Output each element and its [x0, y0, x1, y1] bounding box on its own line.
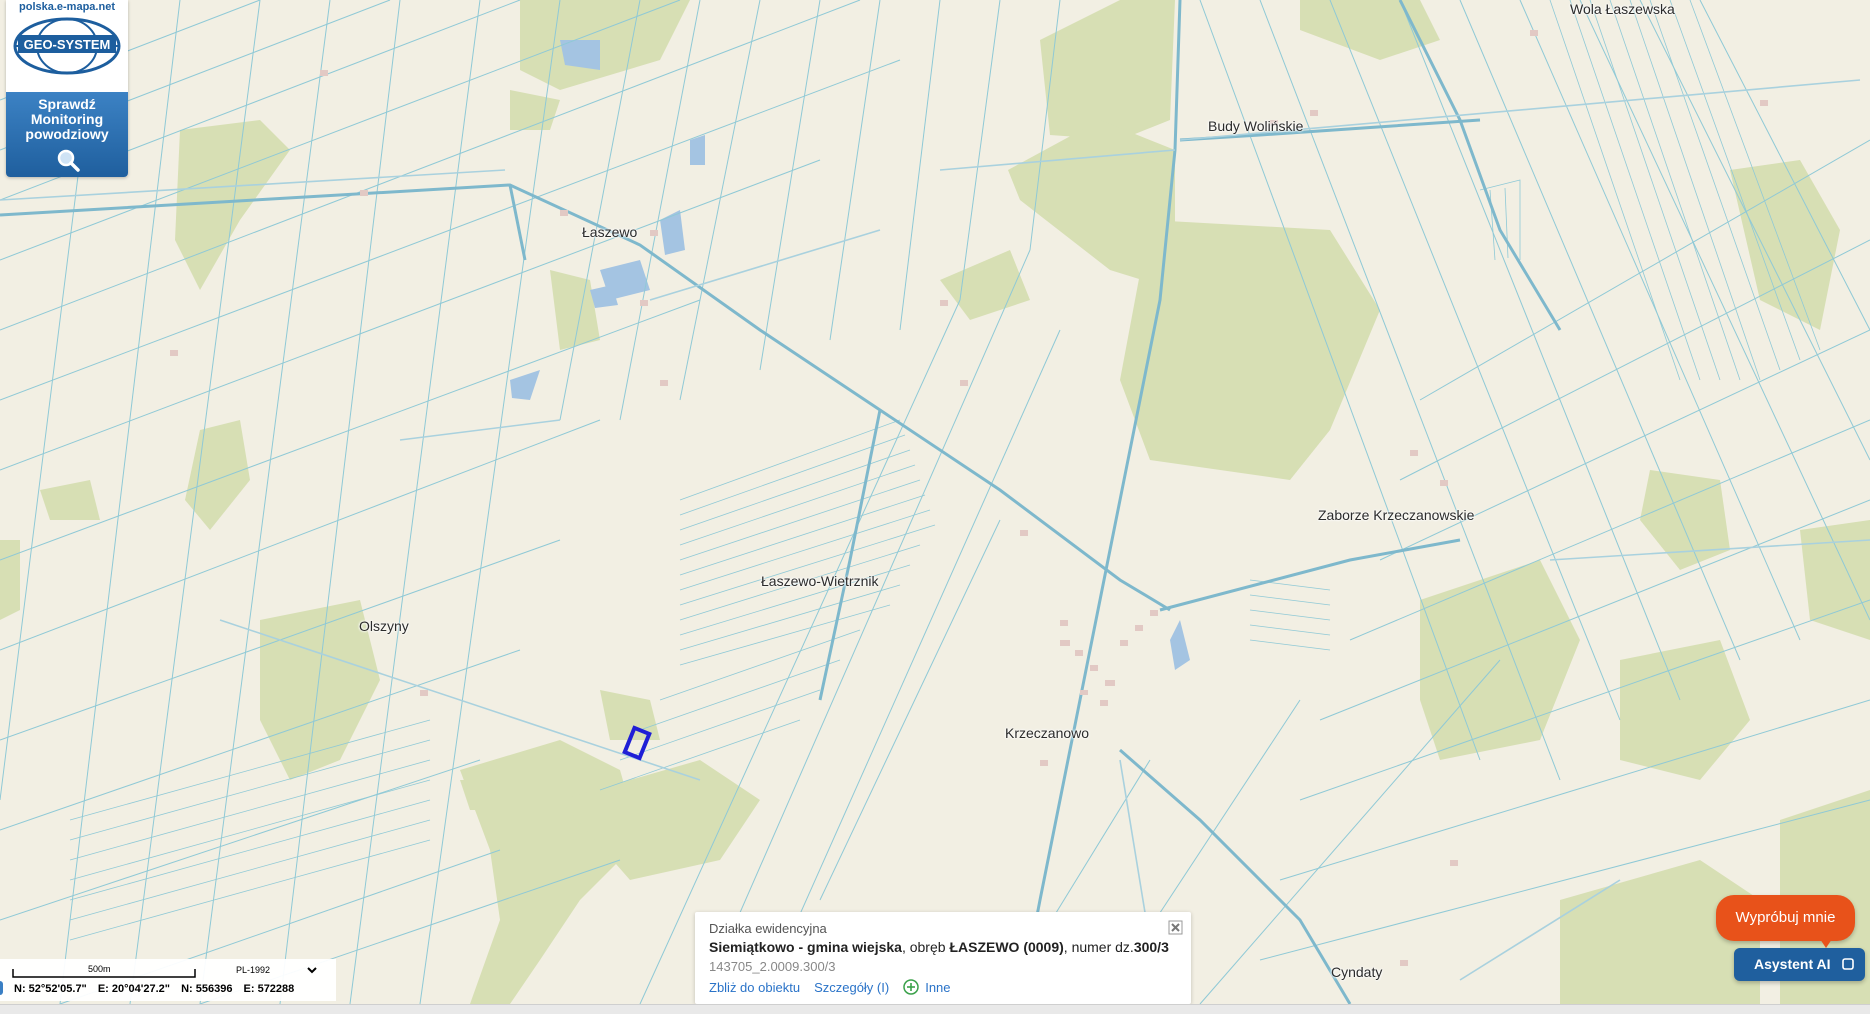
side-handle[interactable] [0, 981, 3, 995]
parcel-info-popup: Działka ewidencyjna Siemiątkowo - gmina … [695, 912, 1191, 1004]
scale-label: 500m [88, 964, 111, 974]
parcel-number: 300/3 [1133, 939, 1169, 955]
scale-panel: 500m PL-1992 N: 52°52'05.7" E: 20°04'27.… [0, 959, 336, 1001]
northing: N: 556396 [181, 983, 233, 995]
plus-circle-icon[interactable] [903, 979, 919, 995]
ai-assistant-label: Asystent AI [1754, 956, 1831, 972]
parcel-description: Siemiątkowo - gmina wiejska, obręb ŁASZE… [709, 939, 1169, 955]
crs-select[interactable]: PL-1992 [232, 963, 320, 977]
popup-actions: Zbliż do obiektu Szczegóły (I) Inne [709, 979, 965, 995]
gmina-name: Siemiątkowo - gmina wiejska [709, 939, 902, 955]
promo-line: Monitoring [30, 111, 104, 127]
other-link[interactable]: Inne [925, 980, 950, 995]
promo-line: powodziowy [25, 126, 109, 142]
chat-icon [1842, 958, 1854, 970]
coordinates-readout: N: 52°52'05.7" E: 20°04'27.2" N: 556396 … [14, 983, 302, 995]
flood-monitoring-promo[interactable]: Sprawdź Monitoring powodziowy [6, 92, 128, 177]
close-icon[interactable] [1168, 920, 1183, 935]
parcel-teryt-id: 143705_2.0009.300/3 [709, 959, 836, 974]
place-label: Łaszewo [582, 224, 638, 240]
try-me-bubble[interactable]: Wypróbuj mnie [1716, 895, 1855, 941]
map-canvas[interactable] [0, 0, 1870, 1013]
popup-title: Działka ewidencyjna [709, 921, 827, 936]
promo-line: Sprawdź [38, 96, 96, 112]
place-label: Zaborze Krzeczanowskie [1318, 507, 1475, 523]
logo-text: GEO-SYSTEM [24, 37, 111, 52]
place-label: Łaszewo-Wietrznik [761, 573, 879, 589]
details-link[interactable]: Szczegóły (I) [814, 980, 889, 995]
bubble-tail [1818, 936, 1834, 948]
place-label: Cyndaty [1331, 964, 1383, 980]
site-url: polska.e-mapa.net [19, 1, 115, 13]
globe-logo-icon: GEO-SYSTEM [13, 17, 121, 75]
obreb-name: ŁASZEWO (0009) [949, 939, 1064, 955]
zoom-to-object-link[interactable]: Zbliż do obiektu [709, 980, 800, 995]
place-label: Budy Wolińskie [1208, 118, 1304, 134]
place-label: Krzeczanowo [1005, 725, 1090, 741]
latitude: N: 52°52'05.7" [14, 983, 87, 995]
geo-system-logo[interactable]: polska.e-mapa.net GEO-SYSTEM Sprawdź Mon… [6, 0, 128, 177]
place-label: Wola Łaszewska [1570, 1, 1675, 17]
longitude: E: 20°04'27.2" [97, 983, 171, 995]
obreb-prefix: , obręb [901, 939, 950, 955]
easting: E: 572288 [243, 983, 295, 995]
magnifier-icon [57, 149, 80, 172]
ai-assistant-button[interactable]: Asystent AI [1734, 948, 1865, 981]
numer-prefix: , numer dz. [1063, 939, 1134, 955]
place-label: Olszyny [359, 618, 409, 634]
